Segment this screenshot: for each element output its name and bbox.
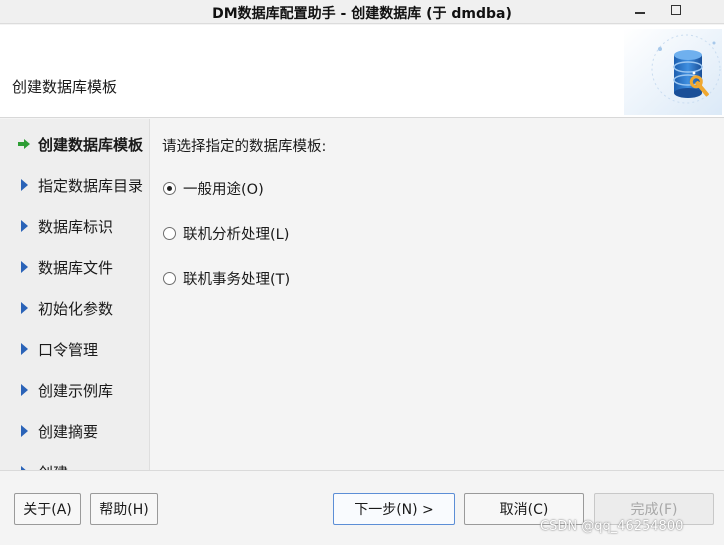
radio-button-checked[interactable] — [163, 182, 176, 195]
sidebar-item-label: 数据库文件 — [38, 258, 114, 277]
triangle-right-icon — [20, 384, 28, 396]
radio-label: 联机分析处理(L) — [183, 227, 290, 243]
sidebar-item-sample-db[interactable]: 创建示例库 — [0, 376, 149, 404]
title-bar: DM数据库配置助手 - 创建数据库 (于 dmdba) — [0, 0, 724, 24]
radio-general-purpose[interactable]: 一般用途(O) — [163, 178, 264, 199]
wizard-steps-sidebar: 创建数据库模板 指定数据库目录 数据库标识 数据库文件 初始化参数 口令管理 创… — [0, 119, 150, 470]
minimize-icon — [635, 12, 645, 14]
sidebar-item-db-directory[interactable]: 指定数据库目录 — [0, 171, 149, 199]
maximize-button[interactable] — [664, 0, 688, 20]
database-settings-icon — [624, 29, 722, 115]
watermark-text: CSDN @qq_46254800 — [540, 519, 684, 534]
help-button[interactable]: 帮助(H) — [90, 493, 158, 525]
triangle-right-icon — [20, 425, 28, 437]
about-button[interactable]: 关于(A) — [14, 493, 81, 525]
template-prompt: 请选择指定的数据库模板: — [162, 139, 327, 155]
minimize-button[interactable] — [628, 0, 652, 20]
sidebar-item-label: 指定数据库目录 — [38, 176, 144, 195]
maximize-icon — [671, 5, 681, 15]
window-title: DM数据库配置助手 - 创建数据库 (于 dmdba) — [212, 6, 512, 22]
sidebar-item-db-files[interactable]: 数据库文件 — [0, 253, 149, 281]
arrow-right-icon — [0, 138, 38, 150]
triangle-right-icon — [20, 261, 28, 273]
sidebar-item-password[interactable]: 口令管理 — [0, 335, 149, 363]
triangle-right-icon — [20, 302, 28, 314]
page-title: 创建数据库模板 — [12, 78, 118, 96]
sidebar-item-label: 创建摘要 — [38, 422, 99, 441]
sidebar-item-db-identifier[interactable]: 数据库标识 — [0, 212, 149, 240]
sidebar-item-create-template[interactable]: 创建数据库模板 — [0, 130, 149, 158]
triangle-right-icon — [20, 220, 28, 232]
triangle-right-icon — [20, 343, 28, 355]
wizard-header: 创建数据库模板 — [0, 25, 724, 118]
radio-button[interactable] — [163, 227, 176, 240]
sidebar-item-create[interactable]: 创建 — [0, 458, 149, 471]
sidebar-item-init-params[interactable]: 初始化参数 — [0, 294, 149, 322]
template-selection-panel: 请选择指定的数据库模板: 一般用途(O) 联机分析处理(L) 联机事务处理(T) — [151, 119, 724, 470]
sidebar-item-summary[interactable]: 创建摘要 — [0, 417, 149, 445]
triangle-right-icon — [20, 179, 28, 191]
button-bar: 关于(A) 帮助(H) 下一步(N) > 取消(C) 完成(F) CSDN @q… — [0, 470, 724, 545]
sidebar-item-label: 创建 — [38, 462, 68, 471]
next-button[interactable]: 下一步(N) > — [333, 493, 455, 525]
radio-label: 一般用途(O) — [183, 182, 264, 198]
sidebar-item-label: 口令管理 — [38, 340, 99, 359]
radio-olap[interactable]: 联机分析处理(L) — [163, 223, 289, 244]
radio-oltp[interactable]: 联机事务处理(T) — [163, 268, 290, 289]
sidebar-item-label: 数据库标识 — [38, 217, 114, 236]
sidebar-item-label: 初始化参数 — [38, 299, 114, 318]
sidebar-item-label: 创建示例库 — [38, 381, 114, 400]
radio-label: 联机事务处理(T) — [183, 272, 291, 288]
radio-button[interactable] — [163, 272, 176, 285]
sidebar-item-label: 创建数据库模板 — [38, 135, 144, 154]
